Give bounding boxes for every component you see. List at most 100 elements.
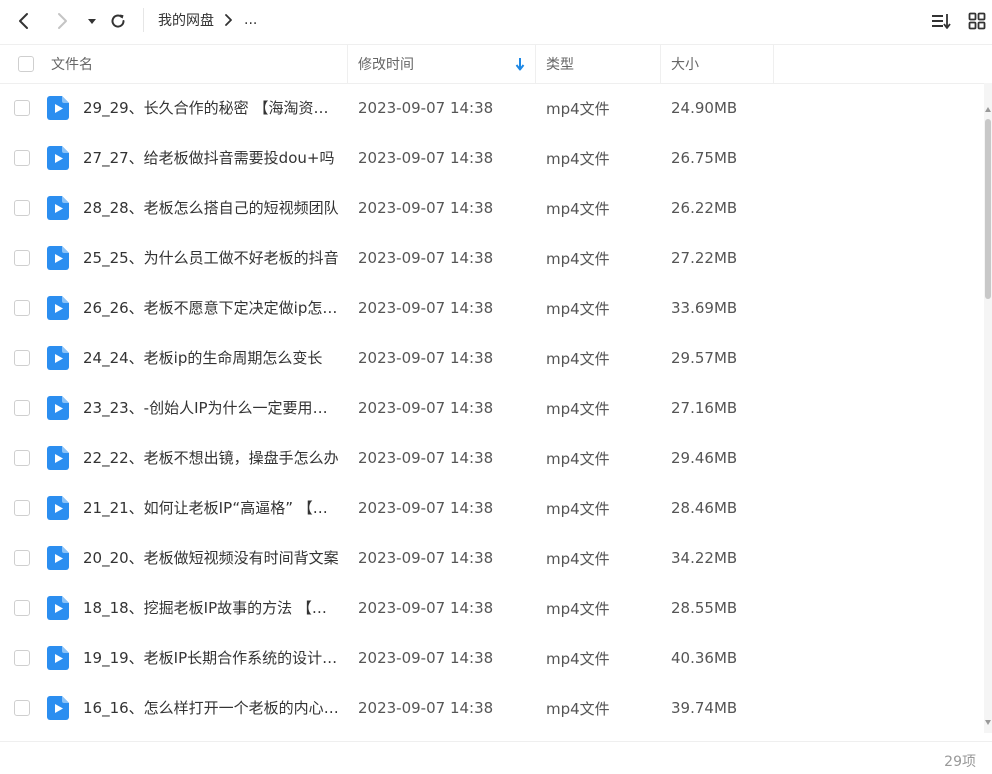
video-file-icon: [47, 196, 69, 220]
table-row[interactable]: 22_22、老板不想出镜，操盘手怎么办 2023-09-07 14:38 mp4…: [0, 433, 984, 483]
table-row[interactable]: 28_28、老板怎么搭自己的短视频团队 2023-09-07 14:38 mp4…: [0, 183, 984, 233]
scroll-down-arrow[interactable]: [985, 720, 991, 725]
row-checkbox-cell: [14, 633, 30, 683]
row-checkbox[interactable]: [14, 500, 30, 516]
column-separator[interactable]: [347, 45, 348, 83]
sort-list-icon: [932, 14, 951, 29]
file-icon-cell: [47, 283, 69, 333]
row-checkbox[interactable]: [14, 100, 30, 116]
file-name[interactable]: 25_25、为什么员工做不好老板的抖音: [83, 233, 341, 283]
history-dropdown-button[interactable]: [80, 9, 104, 33]
breadcrumb-more[interactable]: ...: [244, 12, 257, 28]
file-name[interactable]: 19_19、老板IP长期合作系统的设计方法: [83, 633, 341, 683]
file-name[interactable]: 27_27、给老板做抖音需要投dou+吗: [83, 133, 341, 183]
file-type: mp4文件: [546, 449, 610, 468]
file-icon-cell: [47, 433, 69, 483]
file-icon-cell: [47, 383, 69, 433]
sort-desc-indicator: [515, 45, 525, 83]
video-file-icon: [47, 596, 69, 620]
file-name[interactable]: 16_16、怎么样打开一个老板的内心世界: [83, 683, 341, 733]
table-row[interactable]: 23_23、-创始人IP为什么一定要用心做 2023-09-07 14:38 m…: [0, 383, 984, 433]
row-checkbox-cell: [14, 83, 30, 133]
row-checkbox[interactable]: [14, 350, 30, 366]
row-checkbox[interactable]: [14, 600, 30, 616]
forward-button[interactable]: [50, 9, 74, 33]
breadcrumb-root[interactable]: 我的网盘: [158, 10, 214, 30]
file-size: 33.69MB: [671, 299, 738, 317]
table-row[interactable]: 21_21、如何让老板IP“高逼格” 【海淘资源】 2023-09-07 14:…: [0, 483, 984, 533]
file-modified: 2023-09-07 14:38: [358, 299, 494, 317]
column-separator[interactable]: [660, 45, 661, 83]
file-name[interactable]: 28_28、老板怎么搭自己的短视频团队: [83, 183, 341, 233]
file-type: mp4文件: [546, 99, 610, 118]
table-row[interactable]: 26_26、老板不愿意下定决定做ip怎么办 2023-09-07 14:38 m…: [0, 283, 984, 333]
row-checkbox[interactable]: [14, 150, 30, 166]
column-separator[interactable]: [535, 45, 536, 83]
file-size: 39.74MB: [671, 699, 738, 717]
row-checkbox[interactable]: [14, 200, 30, 216]
file-type: mp4文件: [546, 249, 610, 268]
scrollbar-thumb[interactable]: [985, 119, 991, 299]
toolbar: 我的网盘 ...: [0, 0, 992, 42]
table-row[interactable]: 19_19、老板IP长期合作系统的设计方法 2023-09-07 14:38 m…: [0, 633, 984, 683]
row-checkbox[interactable]: [14, 400, 30, 416]
file-size: 40.36MB: [671, 649, 738, 667]
table-row[interactable]: 20_20、老板做短视频没有时间背文案 2023-09-07 14:38 mp4…: [0, 533, 984, 583]
header-type[interactable]: 类型: [546, 45, 574, 83]
row-checkbox[interactable]: [14, 450, 30, 466]
refresh-button[interactable]: [106, 9, 130, 33]
table-header: 文件名 修改时间 类型 大小: [0, 44, 992, 84]
back-button[interactable]: [12, 9, 36, 33]
file-name[interactable]: 23_23、-创始人IP为什么一定要用心做: [83, 383, 341, 433]
row-checkbox[interactable]: [14, 700, 30, 716]
header-modified[interactable]: 修改时间: [358, 45, 414, 83]
file-name[interactable]: 21_21、如何让老板IP“高逼格” 【海淘资源】: [83, 483, 341, 533]
chevron-left-icon: [19, 13, 28, 29]
row-checkbox-cell: [14, 433, 30, 483]
file-name[interactable]: 18_18、挖掘老板IP故事的方法 【海淘资源】: [83, 583, 341, 633]
file-icon-cell: [47, 533, 69, 583]
video-file-icon: [47, 696, 69, 720]
file-size: 27.22MB: [671, 249, 738, 267]
file-list: 29_29、长久合作的秘密 【海淘资源】 2023-09-07 14:38 mp…: [0, 83, 984, 733]
table-row[interactable]: 24_24、老板ip的生命周期怎么变长 2023-09-07 14:38 mp4…: [0, 333, 984, 383]
file-size: 29.46MB: [671, 449, 738, 467]
video-file-icon: [47, 646, 69, 670]
file-modified: 2023-09-07 14:38: [358, 449, 494, 467]
header-name[interactable]: 文件名: [51, 45, 93, 83]
table-row[interactable]: 29_29、长久合作的秘密 【海淘资源】 2023-09-07 14:38 mp…: [0, 83, 984, 133]
select-all-checkbox[interactable]: [18, 56, 34, 72]
table-row[interactable]: 27_27、给老板做抖音需要投dou+吗 2023-09-07 14:38 mp…: [0, 133, 984, 183]
file-icon-cell: [47, 483, 69, 533]
row-checkbox[interactable]: [14, 650, 30, 666]
row-checkbox-cell: [14, 283, 30, 333]
file-modified: 2023-09-07 14:38: [358, 199, 494, 217]
file-type: mp4文件: [546, 399, 610, 418]
column-separator[interactable]: [773, 45, 774, 83]
file-size: 34.22MB: [671, 549, 738, 567]
grid-view-button[interactable]: [965, 9, 989, 33]
table-row[interactable]: 18_18、挖掘老板IP故事的方法 【海淘资源】 2023-09-07 14:3…: [0, 583, 984, 633]
file-name[interactable]: 24_24、老板ip的生命周期怎么变长: [83, 333, 341, 383]
vertical-scrollbar[interactable]: [984, 83, 992, 733]
row-checkbox[interactable]: [14, 250, 30, 266]
scroll-up-arrow[interactable]: [985, 107, 991, 112]
file-name[interactable]: 26_26、老板不愿意下定决定做ip怎么办: [83, 283, 341, 333]
file-icon-cell: [47, 633, 69, 683]
sort-button[interactable]: [929, 9, 953, 33]
row-checkbox[interactable]: [14, 550, 30, 566]
table-row[interactable]: 16_16、怎么样打开一个老板的内心世界 2023-09-07 14:38 mp…: [0, 683, 984, 733]
header-size[interactable]: 大小: [671, 45, 699, 83]
status-bar: 29项: [0, 741, 992, 774]
file-type: mp4文件: [546, 599, 610, 618]
file-name[interactable]: 22_22、老板不想出镜，操盘手怎么办: [83, 433, 341, 483]
file-name[interactable]: 20_20、老板做短视频没有时间背文案: [83, 533, 341, 583]
row-checkbox-cell: [14, 533, 30, 583]
row-checkbox-cell: [14, 333, 30, 383]
toolbar-divider: [143, 8, 144, 32]
file-icon-cell: [47, 333, 69, 383]
video-file-icon: [47, 96, 69, 120]
file-name[interactable]: 29_29、长久合作的秘密 【海淘资源】: [83, 83, 341, 133]
table-row[interactable]: 25_25、为什么员工做不好老板的抖音 2023-09-07 14:38 mp4…: [0, 233, 984, 283]
row-checkbox[interactable]: [14, 300, 30, 316]
